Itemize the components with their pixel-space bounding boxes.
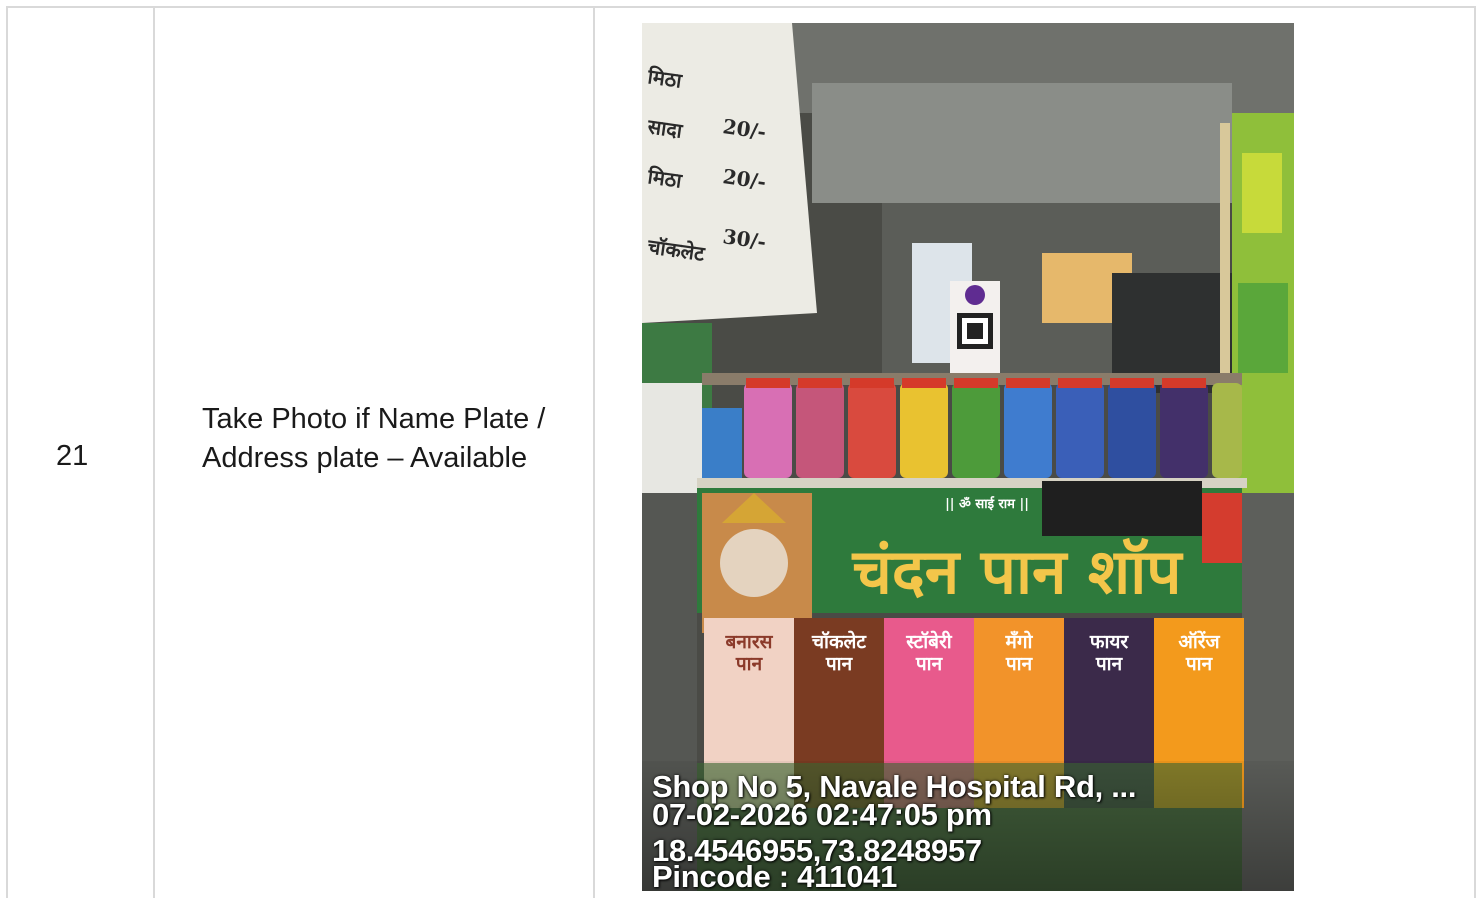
flavor-label: स्टॉबेरी <box>905 630 953 653</box>
table-right-border <box>1474 6 1476 898</box>
flavor-label: बनारस <box>725 631 774 653</box>
flavor-label: फायर <box>1089 631 1130 653</box>
row-description: Take Photo if Name Plate / Address plate… <box>202 403 546 474</box>
flavor-label: पान <box>915 653 944 675</box>
column-divider-2 <box>593 6 595 898</box>
flavor-label: ऑरेंज <box>1178 630 1220 653</box>
flavor-label: पान <box>825 653 854 675</box>
table-top-border <box>6 6 1476 8</box>
svg-text:मिठा: मिठा <box>645 164 684 193</box>
flavor-label: पान <box>1005 653 1034 675</box>
shop-sign-text: चंदन पान शॉप <box>852 535 1185 608</box>
row-number: 21 <box>56 440 89 472</box>
flavor-label: चॉकलेट <box>811 630 867 653</box>
shop-sign-tagline: || ॐ साई राम || <box>945 496 1029 512</box>
stamp-pincode: Pincode : 411041 <box>652 859 898 891</box>
stamp-datetime: 07-02-2026 02:47:05 pm <box>652 797 992 832</box>
column-divider-1 <box>153 6 155 898</box>
checklist-table: 21 Take Photo if Name Plate / Address pl… <box>6 6 1476 898</box>
flavor-label: पान <box>735 653 764 675</box>
flavor-label: पान <box>1095 653 1124 675</box>
flavor-label: मँगो <box>1005 630 1034 653</box>
flavor-label: पान <box>1185 653 1214 675</box>
svg-text:सादा: सादा <box>645 114 684 143</box>
svg-text:मिठा: मिठा <box>645 64 684 93</box>
table-left-border <box>6 6 8 898</box>
shop-photo[interactable]: मिठा सादा मिठा चॉकलेट 20/- 20/- 30/- चंद… <box>642 23 1294 891</box>
